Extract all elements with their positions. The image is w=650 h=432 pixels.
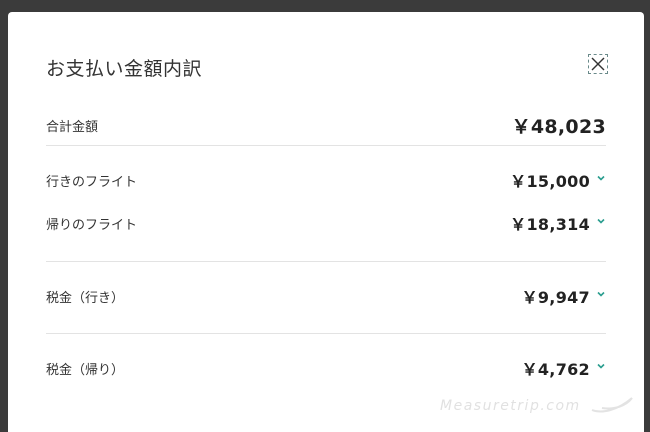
total-row: 合計金額 ￥48,023 — [46, 113, 606, 138]
close-button[interactable] — [588, 54, 608, 74]
outbound-flight-row[interactable]: 行きのフライト ￥15,000 — [46, 168, 606, 192]
divider — [46, 145, 606, 146]
outbound-flight-amount: ￥15,000 — [510, 172, 590, 191]
divider — [46, 261, 606, 262]
payment-breakdown-dialog: お支払い金額内訳 合計金額 ￥48,023 行きのフライト ￥15,000 帰り… — [8, 12, 644, 432]
chevron-down-icon[interactable] — [596, 173, 606, 183]
outbound-flight-label: 行きのフライト — [46, 175, 138, 190]
return-flight-label: 帰りのフライト — [46, 218, 138, 233]
tax-return-row[interactable]: 税金（帰り） ￥4,762 — [46, 356, 606, 380]
chevron-down-icon[interactable] — [596, 289, 606, 299]
divider — [46, 333, 606, 334]
tax-outbound-amount: ￥9,947 — [521, 288, 590, 307]
chevron-down-icon[interactable] — [596, 216, 606, 226]
tax-return-amount: ￥4,762 — [521, 360, 590, 379]
tax-return-label: 税金（帰り） — [46, 363, 125, 378]
total-label: 合計金額 — [46, 120, 99, 135]
close-icon — [591, 57, 605, 71]
dialog-title: お支払い金額内訳 — [46, 58, 203, 80]
watermark-swoosh-icon — [591, 397, 633, 413]
return-flight-amount: ￥18,314 — [510, 215, 590, 234]
tax-outbound-label: 税金（行き） — [46, 291, 125, 306]
total-amount: ￥48,023 — [511, 116, 606, 138]
watermark: Measuretrip.com — [440, 398, 581, 414]
chevron-down-icon[interactable] — [596, 361, 606, 371]
tax-outbound-row[interactable]: 税金（行き） ￥9,947 — [46, 284, 606, 308]
return-flight-row[interactable]: 帰りのフライト ￥18,314 — [46, 211, 606, 235]
